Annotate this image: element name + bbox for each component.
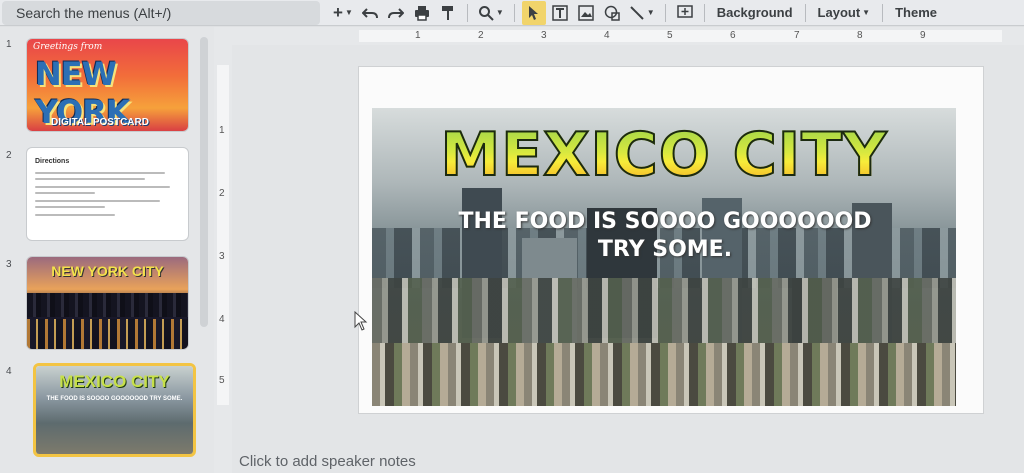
- shape-icon: [604, 5, 620, 21]
- line-button[interactable]: ▼: [626, 1, 658, 25]
- chevron-down-icon: ▼: [646, 8, 655, 17]
- filmstrip-scrollbar[interactable]: [200, 37, 208, 327]
- text-box-icon: [552, 4, 568, 21]
- ruler-tick: 5: [219, 375, 225, 386]
- ruler-tick: 7: [794, 30, 800, 41]
- postcard-footer: DIGITAL POSTCARD: [51, 117, 149, 128]
- slide-filmstrip: 1 Greetings from NEW YORK DIGITAL POSTCA…: [0, 27, 214, 473]
- toolbar-divider: [664, 3, 666, 22]
- menu-search-input[interactable]: Search the menus (Alt+/): [2, 0, 320, 25]
- image-icon: [578, 4, 594, 21]
- skyline-silhouette: [27, 293, 188, 317]
- ruler-tick: 3: [541, 30, 547, 41]
- slide-number: 1: [6, 39, 12, 50]
- city-buildings-near: [372, 343, 956, 406]
- background-button[interactable]: Background: [711, 1, 799, 25]
- slide-thumbnail-3[interactable]: NEW YORK CITY: [26, 256, 189, 350]
- ruler-active-range: [359, 30, 1002, 42]
- zoom-button[interactable]: ▼: [475, 1, 507, 25]
- ruler-tick: 4: [604, 30, 610, 41]
- theme-button[interactable]: Theme: [889, 1, 943, 25]
- directions-title: Directions: [35, 158, 70, 165]
- add-comment-icon: [676, 4, 693, 18]
- ruler-tick: 9: [920, 30, 926, 41]
- toolbar: Search the menus (Alt+/) + ▼ ▼ ▼ Backgro…: [0, 0, 1024, 26]
- text-line: [35, 178, 145, 180]
- vertical-ruler[interactable]: 1 2 3 4 5: [214, 45, 232, 473]
- cursor-arrow-icon: [528, 5, 538, 20]
- ruler-tick: 1: [219, 125, 225, 136]
- print-icon: [414, 5, 429, 21]
- postcard-image: Greetings from NEW YORK DIGITAL POSTCARD: [27, 39, 188, 131]
- horizontal-ruler[interactable]: 1 2 3 4 5 6 7 8 9: [214, 27, 1024, 45]
- ruler-tick: 2: [219, 188, 225, 199]
- plus-icon: +: [333, 2, 343, 22]
- slide-number: 4: [6, 366, 12, 377]
- toolbar-divider: [804, 3, 806, 22]
- ruler-tick: 4: [219, 314, 225, 325]
- text-box-button[interactable]: [548, 1, 572, 25]
- slide-title[interactable]: MEXICO CITY: [372, 121, 956, 189]
- slide-thumbnail-2[interactable]: Directions: [26, 147, 189, 241]
- ruler-active-range: [217, 65, 229, 405]
- nyc-title: NEW YORK CITY: [51, 263, 164, 279]
- add-comment-button[interactable]: [673, 1, 697, 25]
- water-reflection: [27, 319, 188, 349]
- toolbar-divider: [466, 3, 468, 22]
- chevron-down-icon: ▼: [344, 8, 353, 17]
- layout-label: Layout: [817, 5, 861, 20]
- ruler-tick: 1: [415, 30, 421, 41]
- city-buildings-mid: [372, 278, 956, 348]
- redo-button[interactable]: [384, 1, 408, 25]
- ruler-tick: 8: [857, 30, 863, 41]
- nyc-skyline-image: NEW YORK CITY: [27, 257, 188, 349]
- text-line: [35, 200, 160, 202]
- print-button[interactable]: [410, 1, 434, 25]
- select-tool-button[interactable]: [521, 0, 546, 25]
- redo-icon: [387, 7, 404, 18]
- toolbar-divider: [513, 3, 515, 22]
- undo-icon: [361, 7, 378, 18]
- shape-button[interactable]: [600, 1, 624, 25]
- mouse-cursor-icon: [354, 311, 368, 331]
- speaker-notes[interactable]: Click to add speaker notes: [239, 453, 416, 470]
- slide-thumbnail-4[interactable]: MEXICO CITY THE FOOD IS SOOOO GOOOOOOD T…: [33, 363, 196, 457]
- toolbar-divider: [882, 3, 884, 22]
- postcard-greeting: Greetings from: [33, 42, 103, 52]
- zoom-icon: [478, 5, 494, 21]
- paint-format-button[interactable]: [436, 1, 460, 25]
- text-line: [35, 186, 170, 188]
- mexico-city-image: MEXICO CITY THE FOOD IS SOOOO GOOOOOOD T…: [36, 366, 193, 454]
- text-line: [35, 192, 95, 194]
- slide-number: 3: [6, 259, 12, 270]
- chevron-down-icon: ▼: [862, 8, 871, 17]
- ruler-tick: 5: [667, 30, 673, 41]
- slide-number: 2: [6, 150, 12, 161]
- mexico-thumb-subtitle: THE FOOD IS SOOOO GOOOOOOD TRY SOME.: [46, 396, 183, 402]
- mexico-thumb-title: MEXICO CITY: [59, 372, 170, 391]
- ruler-tick: 6: [730, 30, 736, 41]
- slide-subtitle[interactable]: THE FOOD IS SOOOO GOOOOOOD TRY SOME.: [440, 208, 890, 264]
- insert-image-button[interactable]: [574, 1, 598, 25]
- ruler-tick: 3: [219, 251, 225, 262]
- text-line: [35, 172, 165, 174]
- text-line: [35, 214, 115, 216]
- line-icon: [630, 5, 644, 20]
- paint-format-icon: [441, 5, 453, 20]
- slide-thumbnail-1[interactable]: Greetings from NEW YORK DIGITAL POSTCARD: [26, 38, 189, 132]
- text-line: [35, 206, 105, 208]
- toolbar-divider: [703, 3, 705, 22]
- undo-button[interactable]: [358, 1, 382, 25]
- new-slide-button[interactable]: + ▼: [330, 1, 356, 25]
- ruler-tick: 2: [478, 30, 484, 41]
- chevron-down-icon: ▼: [495, 8, 504, 17]
- layout-button[interactable]: Layout ▼: [812, 1, 877, 25]
